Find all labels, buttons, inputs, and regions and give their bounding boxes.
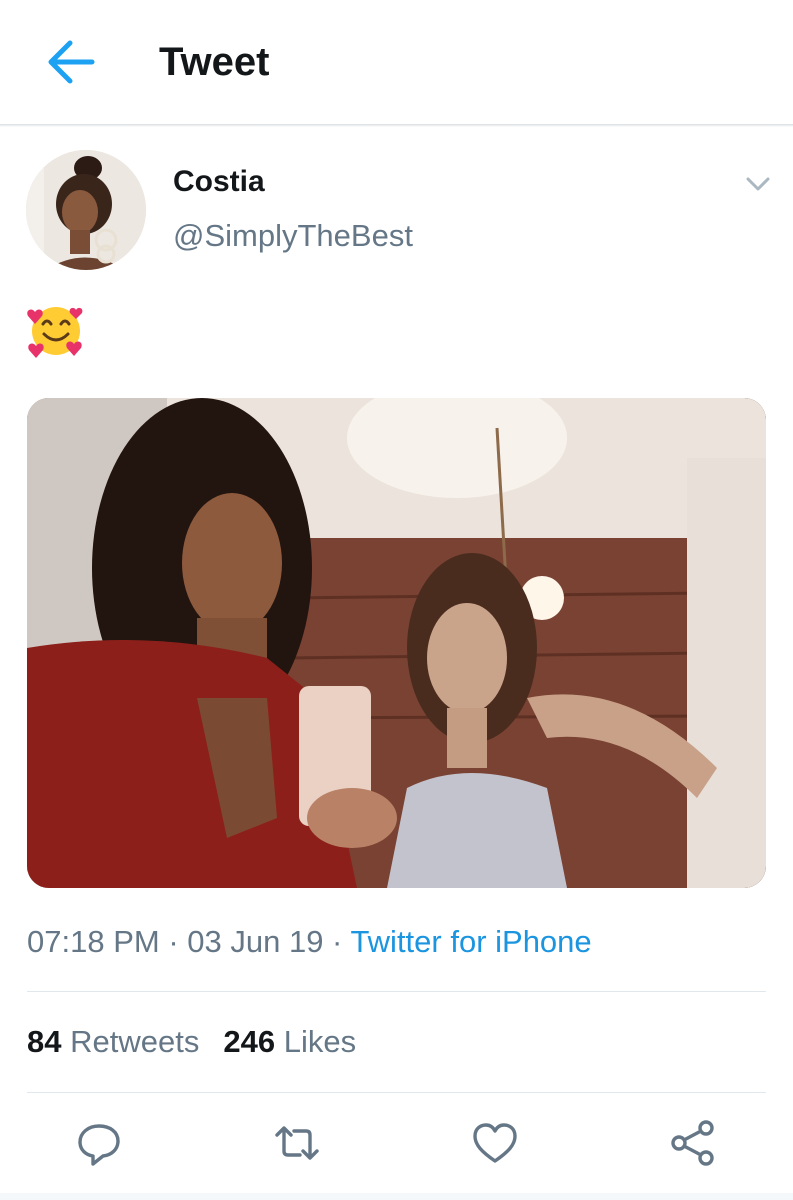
share-button[interactable] [668, 1118, 718, 1168]
retweets-count: 84 [27, 1024, 62, 1059]
retweets-label: Retweets [70, 1024, 200, 1059]
divider [27, 991, 766, 992]
tweet-stats: 84 Retweets 246 Likes [27, 1024, 380, 1060]
page-title: Tweet [159, 40, 270, 84]
retweets-stat[interactable]: 84 Retweets [27, 1024, 199, 1059]
tweet-timestamp: 07:18 PM · 03 Jun 19 · Twitter for iPhon… [27, 924, 592, 960]
divider [27, 1092, 766, 1093]
likes-count: 246 [223, 1024, 276, 1059]
likes-stat[interactable]: 246 Likes [223, 1024, 356, 1059]
share-icon [671, 1120, 714, 1166]
tweet-date: 03 Jun 19 [187, 924, 324, 959]
likes-label: Likes [283, 1024, 357, 1059]
top-bar-shadow [0, 124, 793, 127]
top-bar: Tweet [0, 0, 793, 124]
tweet-photo[interactable] [27, 398, 766, 888]
like-button[interactable] [470, 1118, 520, 1168]
more-options-button[interactable] [740, 170, 776, 198]
avatar[interactable] [26, 150, 146, 270]
reply-button[interactable] [74, 1118, 124, 1168]
meta-separator: · [159, 924, 188, 959]
arrow-left-icon [48, 40, 95, 84]
tweet-source-link[interactable]: Twitter for iPhone [350, 924, 591, 959]
chevron-down-icon [746, 177, 770, 191]
retweet-button[interactable] [272, 1118, 322, 1168]
meta-separator: · [323, 924, 351, 959]
reply-icon [78, 1124, 120, 1166]
like-icon [473, 1123, 517, 1163]
retweet-icon [275, 1126, 319, 1160]
author-name[interactable]: Costia [173, 165, 265, 199]
tweet-time: 07:18 PM [27, 924, 160, 959]
smiling-face-with-hearts-icon [27, 307, 83, 358]
tweet-text [26, 300, 86, 360]
bottom-edge [0, 1193, 793, 1200]
back-button[interactable] [40, 34, 100, 90]
author-handle[interactable]: @SimplyTheBest [173, 218, 413, 254]
